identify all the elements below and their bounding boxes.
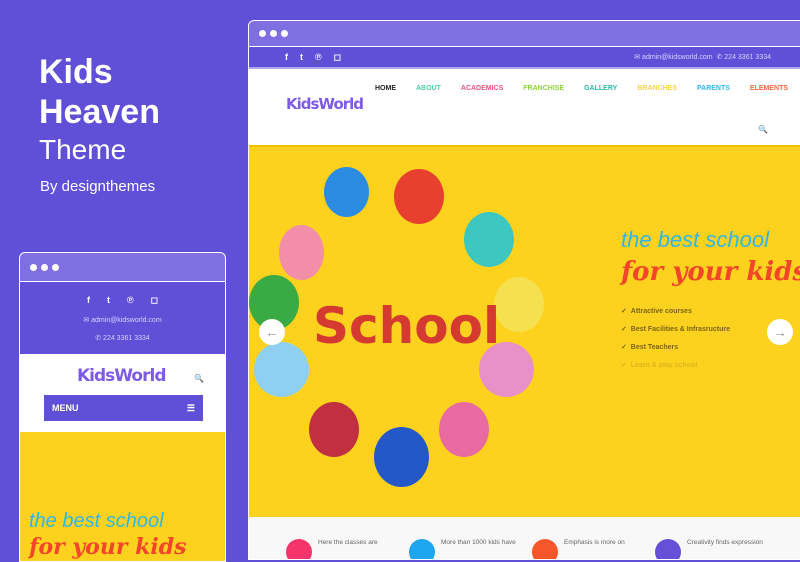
nav-item[interactable]: ELEMENTS: [750, 85, 788, 92]
facebook-icon[interactable]: f: [87, 295, 90, 306]
instagram-icon[interactable]: ◻: [151, 295, 158, 306]
feature-text: Here the classes are: [318, 539, 378, 546]
pinterest-icon[interactable]: ℗: [315, 52, 322, 62]
top-bar: f t ℗ ◻ ✉ admin@kidsworld.com ✆ 224 3361…: [249, 47, 800, 69]
check-item: ✓ Learn & play school: [621, 361, 730, 369]
hero-line2: for your kids: [621, 257, 800, 287]
email-text[interactable]: admin@kidsworld.com: [642, 54, 713, 61]
main-nav: HOME ABOUT ACADEMICS FRANCHISE GALLERY BRANCH…: [375, 85, 788, 92]
check-icon: ✓: [621, 326, 631, 333]
features-row: Here the classes are More than 1000 kids …: [249, 517, 800, 559]
hamburger-icon: ☰: [186, 402, 195, 413]
nav-item[interactable]: PARENTS: [697, 85, 730, 92]
twitter-icon[interactable]: t: [107, 295, 110, 306]
feature-text: More than 1000 kids have: [441, 539, 516, 546]
facebook-icon[interactable]: f: [285, 52, 288, 62]
search-icon[interactable]: 🔍: [758, 125, 768, 134]
hero-image: School: [249, 147, 609, 517]
phone-icon: ✆: [712, 54, 725, 61]
next-slide-button[interactable]: →: [767, 319, 793, 345]
check-label: Best Facilities & Infrasructure: [630, 326, 730, 333]
pinterest-icon[interactable]: ℗: [127, 295, 134, 306]
nav-item[interactable]: GALLERY: [584, 85, 617, 92]
hero-image-text: School: [313, 297, 501, 355]
promo-byline: By designthemes: [40, 178, 156, 195]
check-label: Attractive courses: [630, 308, 692, 315]
logo[interactable]: KidsWorld: [286, 95, 364, 113]
feature-text: Creativity finds expression: [687, 539, 763, 546]
email-text[interactable]: admin@kidsworld.com: [91, 317, 162, 324]
check-item: ✓ Attractive courses: [621, 307, 730, 315]
menu-button[interactable]: MENU ☰: [44, 395, 203, 421]
nav-item[interactable]: BRANCHES: [637, 85, 677, 92]
nav-item[interactable]: FRANCHISE: [523, 85, 564, 92]
phone-text: 224 3361 3334: [103, 334, 150, 342]
window-titlebar: [20, 253, 225, 282]
promo-title: Kids Heaven: [39, 52, 160, 132]
window-titlebar: [249, 21, 800, 47]
check-label: Learn & play school: [630, 362, 698, 369]
header: KidsWorld 🔍 MENU ☰: [20, 354, 225, 432]
logo[interactable]: KidsWorld: [77, 366, 166, 386]
nav-item[interactable]: ABOUT: [416, 85, 441, 92]
title-line: Heaven: [39, 93, 160, 131]
check-icon: ✓: [621, 362, 631, 369]
hero-line1: the best school: [29, 510, 164, 532]
hero-slider: School the best school for your kids ✓ A…: [249, 145, 800, 517]
desktop-preview: f t ℗ ◻ ✉ admin@kidsworld.com ✆ 224 3361…: [248, 20, 800, 560]
search-icon[interactable]: 🔍: [194, 374, 204, 383]
mobile-preview: f t ℗ ◻ ✉ admin@kidsworld.com ✆ 224 3361 33…: [19, 252, 226, 562]
check-icon: ✓: [621, 344, 631, 351]
check-item: ✓ Best Facilities & Infrasructure: [621, 325, 730, 333]
header: KidsWorld HOME ABOUT ACADEMICS FRANCHISE GAL…: [249, 69, 800, 143]
twitter-icon[interactable]: t: [300, 52, 303, 62]
hero-line1: the best school: [621, 227, 769, 252]
email-icon: ✉: [83, 316, 92, 324]
menu-label: MENU: [52, 403, 79, 413]
email-icon: ✉: [634, 54, 643, 61]
nav-item[interactable]: ACADEMICS: [461, 85, 503, 92]
promo-subtitle: Theme: [39, 134, 127, 165]
nav-item[interactable]: HOME: [375, 85, 396, 92]
check-item: ✓ Best Teachers: [621, 343, 730, 351]
title-line: Kids: [39, 53, 113, 91]
instagram-icon[interactable]: ◻: [334, 52, 341, 63]
hero-slider: the best school for your kids: [20, 432, 225, 561]
check-label: Best Teachers: [630, 344, 679, 351]
hero-line2: for your kids: [29, 534, 187, 560]
top-bar: f t ℗ ◻ ✉ admin@kidsworld.com ✆ 224 3361 33…: [20, 282, 225, 354]
phone-text: 224 3361 3334: [724, 53, 771, 61]
prev-slide-button[interactable]: ←: [259, 319, 285, 345]
hero-checklist: ✓ Attractive courses ✓ Best Facilities & …: [621, 307, 730, 379]
phone-icon: ✆: [95, 334, 104, 342]
check-icon: ✓: [621, 308, 631, 315]
feature-text: Emphasis is more on: [564, 539, 625, 546]
